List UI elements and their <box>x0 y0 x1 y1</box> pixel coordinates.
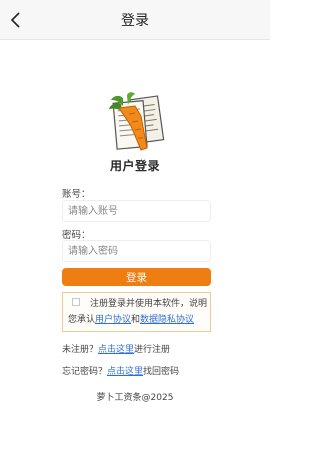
register-prefix: 未注册？ <box>62 345 99 355</box>
account-label: 账号： <box>62 189 91 200</box>
carrot-document-logo <box>109 92 165 151</box>
login-button[interactable]: 登录 <box>62 268 211 286</box>
account-input[interactable] <box>62 200 211 222</box>
top-nav-bar: 登录 <box>0 0 270 40</box>
recover-line: 忘记密码？点击这里找回密码 <box>62 364 179 377</box>
password-input[interactable] <box>62 240 211 262</box>
password-label: 密码： <box>62 230 91 241</box>
register-link[interactable]: 点击这里 <box>98 345 134 355</box>
agreement-text: 注册登录并使用本软件，说明您承认用户协议和数据隐私协议 <box>68 296 208 328</box>
agreement-box: 注册登录并使用本软件，说明您承认用户协议和数据隐私协议 <box>62 292 211 332</box>
register-line: 未注册？点击这里进行注册 <box>62 342 170 355</box>
page-subtitle: 用户登录 <box>109 159 160 173</box>
copyright-footer: 萝卜工资条@2025 <box>96 393 174 403</box>
user-agreement-link[interactable]: 用户协议 <box>95 315 131 325</box>
recover-suffix: 找回密码 <box>143 367 180 377</box>
privacy-agreement-link[interactable]: 数据隐私协议 <box>140 315 194 325</box>
agreement-and: 和 <box>131 315 141 325</box>
recover-link[interactable]: 点击这里 <box>107 367 143 377</box>
register-suffix: 进行注册 <box>134 345 171 355</box>
recover-prefix: 忘记密码？ <box>62 367 108 377</box>
page-title: 登录 <box>121 13 149 29</box>
